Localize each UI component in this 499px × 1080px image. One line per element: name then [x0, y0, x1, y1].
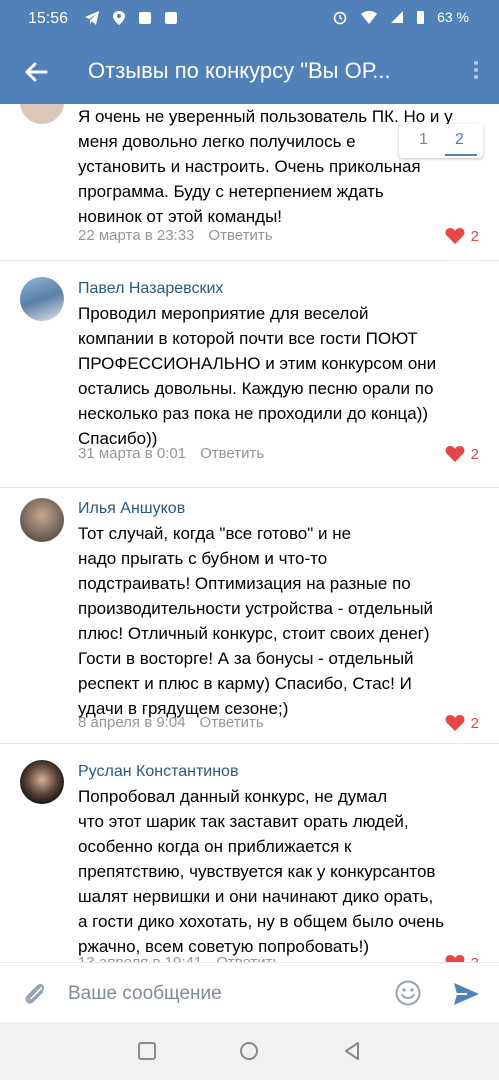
heart-icon — [445, 955, 465, 962]
comment-text: Проводил мероприятие для веселой компани… — [78, 304, 437, 448]
like-button[interactable]: 2 — [445, 227, 479, 245]
like-count: 2 — [470, 445, 479, 463]
system-nav-bar — [0, 1022, 499, 1080]
avatar[interactable] — [20, 498, 64, 542]
comment-text: Попробовал данный конкурс, не думал что … — [78, 787, 445, 956]
vk-icon — [164, 12, 177, 25]
system-icons: 63 % — [332, 9, 469, 25]
comment-date: 31 марта в 0:01 — [78, 445, 187, 462]
comment-item: Илья Аншуков Тот случай, когда "все гото… — [0, 488, 499, 743]
comments-list: Я очень не уверенный пользователь ПК. Но… — [0, 104, 499, 962]
like-button[interactable]: 2 — [445, 714, 479, 732]
notification-icons — [84, 9, 178, 26]
comment-author[interactable]: Павел Назаревских — [78, 280, 223, 298]
attach-icon[interactable] — [20, 979, 50, 1009]
status-bar: 15:56 63 % — [0, 0, 499, 38]
comment-meta: 31 марта в 0:01 Ответить — [78, 445, 264, 462]
page-switcher: 1 2 — [399, 124, 483, 158]
comment-meta: 8 апреля в 9:04 Ответить — [78, 714, 264, 731]
like-button[interactable]: 2 — [445, 445, 479, 463]
battery-percent: 63 % — [437, 9, 469, 25]
heart-icon — [445, 446, 465, 462]
emoji-icon[interactable] — [394, 979, 422, 1007]
reply-link[interactable]: Ответить — [216, 954, 280, 962]
active-page-indicator — [445, 154, 477, 156]
reply-link[interactable]: Ответить — [200, 445, 264, 462]
comment-text: Тот случай, когда "все готово" и не надо… — [78, 524, 434, 718]
home-icon[interactable] — [239, 1041, 259, 1061]
like-button[interactable]: 3 — [445, 954, 479, 962]
recents-icon[interactable] — [137, 1041, 157, 1061]
comment-meta: 13 апреля в 19:41 Ответить — [78, 954, 280, 962]
reply-link[interactable]: Ответить — [208, 227, 272, 244]
send-icon[interactable] — [451, 979, 481, 1009]
message-input[interactable]: Ваше сообщение — [68, 983, 222, 1005]
heart-icon — [445, 228, 465, 244]
like-count: 2 — [470, 227, 479, 245]
app-bar: Отзывы по конкурсу "Вы ОР... — [0, 38, 499, 104]
clock: 15:56 — [28, 10, 69, 27]
location-icon — [112, 11, 125, 26]
avatar[interactable] — [20, 760, 64, 804]
comment-author[interactable]: Илья Аншуков — [78, 500, 185, 518]
back-icon[interactable] — [342, 1041, 362, 1061]
page-title: Отзывы по конкурсу "Вы ОР... — [88, 58, 391, 83]
page-2-button[interactable]: 2 — [455, 131, 464, 149]
back-arrow-icon[interactable] — [20, 56, 52, 88]
page-1-button[interactable]: 1 — [419, 131, 428, 149]
signal-icon — [391, 11, 404, 23]
vk-icon — [138, 12, 151, 25]
telegram-icon — [85, 11, 99, 26]
battery-icon — [417, 11, 425, 24]
avatar[interactable] — [20, 277, 64, 321]
wifi-icon — [361, 11, 378, 24]
comment-date: 22 марта в 23:33 — [78, 227, 195, 244]
more-menu-icon[interactable] — [471, 58, 481, 86]
comment-author[interactable]: Руслан Константинов — [78, 763, 238, 781]
comment-date: 13 апреля в 19:41 — [78, 954, 202, 962]
comment-meta: 22 марта в 23:33 Ответить — [78, 227, 273, 244]
like-count: 3 — [471, 955, 479, 963]
heart-icon — [445, 715, 465, 731]
comment-item: Руслан Константинов Попробовал данный ко… — [0, 744, 499, 962]
message-composer: Ваше сообщение — [0, 962, 499, 1023]
like-count: 2 — [470, 714, 479, 732]
alarm-icon — [333, 11, 347, 25]
comment-date: 8 апреля в 9:04 — [78, 714, 186, 731]
avatar[interactable] — [20, 104, 64, 124]
comment-item: Павел Назаревских Проводил мероприятие д… — [0, 261, 499, 487]
reply-link[interactable]: Ответить — [200, 714, 264, 731]
comment-text: Я очень не уверенный пользователь ПК. Но… — [78, 107, 453, 226]
